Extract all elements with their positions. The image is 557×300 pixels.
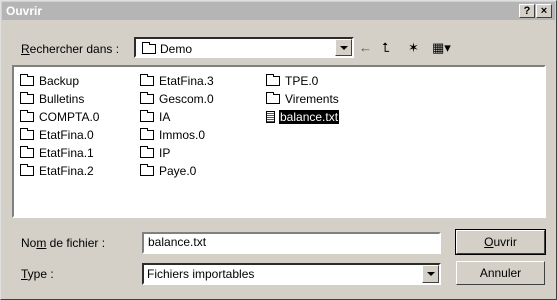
list-item-label: Gescom.0 [159,92,214,106]
list-item[interactable]: EtatFina.2 [20,163,95,179]
folder-icon [266,92,280,104]
list-item[interactable]: Paye.0 [140,163,197,179]
list-item[interactable]: EtatFina.3 [140,73,215,89]
close-button[interactable]: × [536,4,552,18]
up-folder-icon[interactable]: ⮤ [382,40,390,56]
filetype-value: Fichiers importables [147,267,255,281]
list-item-label: IA [159,110,171,124]
list-item[interactable]: Bulletins [20,91,85,107]
filename-input[interactable]: balance.txt [142,232,441,254]
title-bar[interactable]: Ouvrir ? × [2,2,555,20]
folder-icon [140,164,154,176]
folder-icon [20,110,34,122]
filetype-dropdown[interactable]: Fichiers importables [142,263,441,285]
filetype-label: Type : [21,267,54,281]
folder-icon [20,92,34,104]
filename-label: Nom de fichier : [21,236,105,250]
list-item[interactable]: IA [140,109,171,125]
folder-icon [266,74,280,86]
list-item-label: balance.txt [279,110,340,124]
list-item-label: Bulletins [39,92,85,106]
folder-icon [140,110,154,122]
list-item-label: Paye.0 [159,164,197,178]
look-in-label-text: echercher dans : [29,42,120,56]
open-dialog: Ouvrir ? × Rechercher dans : Demo ← ⮤ ✶ … [0,0,557,300]
look-in-label-accesskey: R [21,42,30,56]
look-in-label: Rechercher dans : [21,42,119,56]
text-file-icon [266,111,275,123]
folder-icon [140,92,154,104]
list-item-label: Virements [285,92,339,106]
list-item[interactable]: EtatFina.0 [20,127,95,143]
list-item-label: EtatFina.3 [159,74,214,88]
open-button[interactable]: Ouvrir [455,229,546,255]
folder-icon [20,164,34,176]
folder-icon [140,128,154,140]
list-item[interactable]: IP [140,145,171,161]
help-button[interactable]: ? [519,4,535,18]
list-item-label: COMPTA.0 [39,110,100,124]
view-menu-icon[interactable]: ▦▾ [432,40,451,56]
list-item[interactable]: Backup [20,73,80,89]
filename-label-end: de fichier : [46,236,106,250]
list-item-label: EtatFina.2 [39,164,94,178]
list-item-label: Immos.0 [159,128,206,142]
look-in-dropdown[interactable]: Demo [134,37,354,58]
open-button-accesskey: O [484,235,494,249]
list-item-label: Backup [39,74,80,88]
list-item[interactable]: Immos.0 [140,127,206,143]
list-item-label: IP [159,146,171,160]
folder-icon [20,128,34,140]
chevron-down-icon[interactable] [422,265,439,283]
look-in-value-text: Demo [160,42,193,56]
dialog-title: Ouvrir [6,4,43,18]
folder-icon [20,74,34,86]
list-item[interactable]: TPE.0 [266,73,319,89]
look-in-value: Demo [142,42,192,56]
list-item[interactable]: COMPTA.0 [20,109,100,125]
filetype-label-accesskey: T [21,267,28,281]
list-item-label: TPE.0 [285,74,319,88]
chevron-down-icon[interactable] [335,39,352,56]
file-list[interactable]: Backup Bulletins COMPTA.0 EtatFina.0 Eta… [12,65,546,218]
back-icon[interactable]: ← [359,40,372,55]
list-item-label: EtatFina.1 [39,146,94,160]
filetype-label-text: ype : [27,267,54,281]
list-item[interactable]: Virements [266,91,340,107]
list-item[interactable]: Gescom.0 [140,91,215,107]
list-item-selected[interactable]: balance.txt [266,109,340,125]
list-item[interactable]: EtatFina.1 [20,145,95,161]
new-folder-icon[interactable]: ✶ [408,40,419,56]
cancel-button[interactable]: Annuler [456,261,545,285]
list-item-label: EtatFina.0 [39,128,94,142]
folder-icon [140,146,154,158]
folder-icon [140,74,154,86]
folder-icon [142,42,156,54]
open-button-label: uvrir [493,235,517,249]
filename-label-accesskey: m [36,236,47,250]
folder-icon [20,146,34,158]
filename-label-start: No [21,236,37,250]
